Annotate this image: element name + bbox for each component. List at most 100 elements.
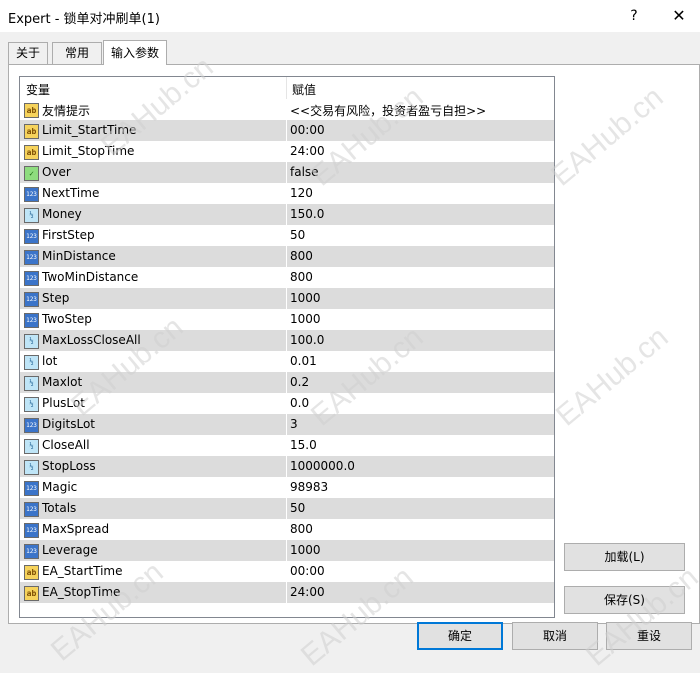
- help-button[interactable]: ?: [622, 6, 646, 26]
- parameter-value[interactable]: 0.0: [290, 396, 309, 410]
- table-row[interactable]: ab Limit_StopTime 24:00: [20, 141, 554, 162]
- table-row[interactable]: 123 NextTime 120: [20, 183, 554, 204]
- table-row[interactable]: 123 MinDistance 800: [20, 246, 554, 267]
- parameter-name: StopLoss: [42, 459, 96, 473]
- parameter-value[interactable]: 00:00: [290, 564, 325, 578]
- table-row[interactable]: ab EA_StartTime 00:00: [20, 561, 554, 582]
- table-row[interactable]: ab 友情提示 <<交易有风险，投资者盈亏自担>>: [20, 99, 554, 120]
- cancel-button[interactable]: 取消: [512, 622, 598, 650]
- parameter-value[interactable]: 800: [290, 249, 313, 263]
- parameter-value[interactable]: 800: [290, 522, 313, 536]
- table-row[interactable]: 123 DigitsLot 3: [20, 414, 554, 435]
- table-row[interactable]: ½ MaxLossCloseAll 100.0: [20, 330, 554, 351]
- parameter-value[interactable]: 150.0: [290, 207, 324, 221]
- table-row[interactable]: ½ CloseAll 15.0: [20, 435, 554, 456]
- reset-button[interactable]: 重设: [606, 622, 692, 650]
- table-row[interactable]: ✓ Over false: [20, 162, 554, 183]
- column-divider[interactable]: [286, 77, 287, 99]
- tab-inputs[interactable]: 输入参数: [103, 40, 167, 65]
- integer-type-icon: 123: [24, 271, 39, 286]
- table-row[interactable]: 123 FirstStep 50: [20, 225, 554, 246]
- cell-divider: [286, 498, 287, 519]
- parameter-value[interactable]: 50: [290, 501, 305, 515]
- parameter-value[interactable]: <<交易有风险，投资者盈亏自担>>: [290, 102, 486, 119]
- parameter-value[interactable]: 24:00: [290, 144, 325, 158]
- parameter-value[interactable]: 1000: [290, 543, 321, 557]
- table-row[interactable]: ab Limit_StartTime 00:00: [20, 120, 554, 141]
- parameter-value[interactable]: 00:00: [290, 123, 325, 137]
- parameter-value[interactable]: 15.0: [290, 438, 317, 452]
- parameter-name: Maxlot: [42, 375, 83, 389]
- table-row[interactable]: 123 MaxSpread 800: [20, 519, 554, 540]
- integer-type-icon: 123: [24, 250, 39, 265]
- parameter-value[interactable]: 120: [290, 186, 313, 200]
- cell-divider: [286, 393, 287, 414]
- tab-common[interactable]: 常用: [52, 42, 102, 64]
- cell-divider: [286, 99, 287, 120]
- table-row[interactable]: 123 Leverage 1000: [20, 540, 554, 561]
- table-row[interactable]: ½ StopLoss 1000000.0: [20, 456, 554, 477]
- double-type-icon: ½: [24, 208, 39, 223]
- parameter-value[interactable]: 50: [290, 228, 305, 242]
- title-bar: Expert - 锁单对冲刷单(1) ? ✕: [0, 0, 700, 32]
- double-type-icon: ½: [24, 460, 39, 475]
- save-button[interactable]: 保存(S): [564, 586, 685, 614]
- parameter-name: Money: [42, 207, 82, 221]
- parameter-value[interactable]: 1000: [290, 312, 321, 326]
- table-row[interactable]: 123 TwoStep 1000: [20, 309, 554, 330]
- cell-divider: [286, 225, 287, 246]
- parameter-value[interactable]: 800: [290, 270, 313, 284]
- table-row[interactable]: ½ lot 0.01: [20, 351, 554, 372]
- tab-about[interactable]: 关于: [8, 42, 48, 64]
- cell-divider: [286, 309, 287, 330]
- cell-divider: [286, 540, 287, 561]
- double-type-icon: ½: [24, 376, 39, 391]
- integer-type-icon: 123: [24, 481, 39, 496]
- double-type-icon: ½: [24, 397, 39, 412]
- parameter-name: DigitsLot: [42, 417, 96, 431]
- parameter-value[interactable]: 1000: [290, 291, 321, 305]
- parameter-name: Magic: [42, 480, 78, 494]
- cell-divider: [286, 582, 287, 603]
- table-row[interactable]: 123 Magic 98983: [20, 477, 554, 498]
- cell-divider: [286, 456, 287, 477]
- parameter-value[interactable]: 1000000.0: [290, 459, 355, 473]
- double-type-icon: ½: [24, 355, 39, 370]
- parameter-name: Limit_StopTime: [42, 144, 135, 158]
- parameter-value[interactable]: 3: [290, 417, 298, 431]
- parameter-name: TwoStep: [42, 312, 92, 326]
- parameter-value[interactable]: 24:00: [290, 585, 325, 599]
- parameter-name: MaxSpread: [42, 522, 110, 536]
- parameters-table[interactable]: 变量 赋值 ab 友情提示 <<交易有风险，投资者盈亏自担>> ab Limit_Sta…: [19, 76, 555, 618]
- parameter-value[interactable]: false: [290, 165, 319, 179]
- parameter-value[interactable]: 100.0: [290, 333, 324, 347]
- parameter-value[interactable]: 98983: [290, 480, 328, 494]
- cell-divider: [286, 183, 287, 204]
- table-body: ab 友情提示 <<交易有风险，投资者盈亏自担>> ab Limit_StartTime…: [20, 99, 554, 603]
- load-button[interactable]: 加载(L): [564, 543, 685, 571]
- parameter-value[interactable]: 0.01: [290, 354, 317, 368]
- column-header-variable[interactable]: 变量: [26, 81, 50, 98]
- table-row[interactable]: ½ Maxlot 0.2: [20, 372, 554, 393]
- table-row[interactable]: ½ PlusLot 0.0: [20, 393, 554, 414]
- boolean-type-icon: ✓: [24, 166, 39, 181]
- cell-divider: [286, 204, 287, 225]
- integer-type-icon: 123: [24, 544, 39, 559]
- cell-divider: [286, 330, 287, 351]
- table-row[interactable]: 123 TwoMinDistance 800: [20, 267, 554, 288]
- ok-button[interactable]: 确定: [417, 622, 503, 650]
- cell-divider: [286, 120, 287, 141]
- table-row[interactable]: ½ Money 150.0: [20, 204, 554, 225]
- cell-divider: [286, 162, 287, 183]
- integer-type-icon: 123: [24, 523, 39, 538]
- string-type-icon: ab: [24, 145, 39, 160]
- table-row[interactable]: 123 Step 1000: [20, 288, 554, 309]
- column-header-value[interactable]: 赋值: [292, 81, 316, 98]
- parameter-name: Leverage: [42, 543, 98, 557]
- integer-type-icon: 123: [24, 418, 39, 433]
- parameter-value[interactable]: 0.2: [290, 375, 309, 389]
- table-row[interactable]: 123 Totals 50: [20, 498, 554, 519]
- close-button[interactable]: ✕: [667, 6, 691, 26]
- parameter-name: lot: [42, 354, 58, 368]
- table-row[interactable]: ab EA_StopTime 24:00: [20, 582, 554, 603]
